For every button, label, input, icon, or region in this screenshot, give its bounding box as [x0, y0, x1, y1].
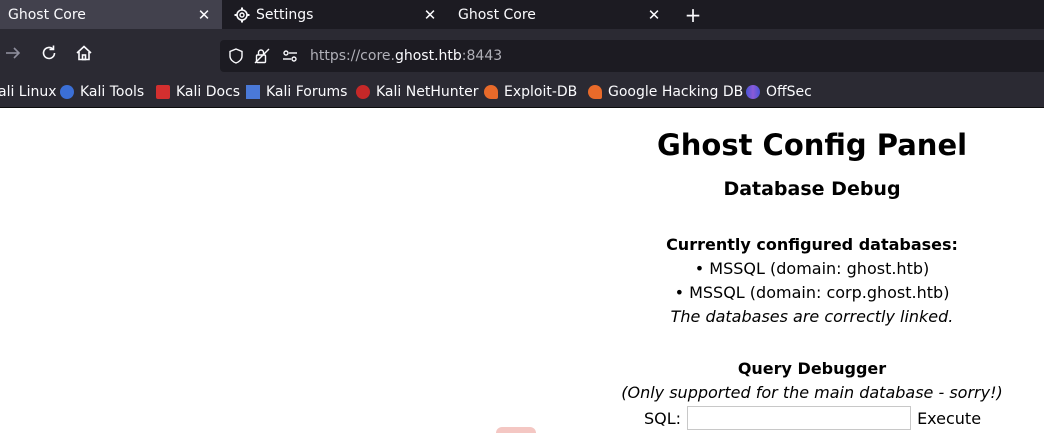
bookmark-kali-nethunter[interactable]: Kali NetHunter — [356, 76, 478, 107]
bookmark-label: Kali Docs — [176, 83, 241, 100]
bookmarks-toolbar: ali Linux Kali Tools Kali Docs Kali Foru… — [0, 76, 1044, 108]
kali-docs-icon — [156, 84, 170, 99]
lock-warning-icon[interactable] — [254, 48, 270, 64]
home-icon[interactable] — [72, 41, 96, 65]
kali-forums-icon — [246, 84, 260, 99]
new-tab-plus-icon[interactable]: + — [682, 0, 704, 29]
tab-title: Ghost Core — [458, 6, 536, 23]
offsec-icon — [746, 84, 760, 99]
page-content: Ghost Config Panel Database Debug Curren… — [0, 108, 1044, 433]
sql-form: SQL: Execute — [644, 405, 981, 431]
bookmark-label: Exploit-DB — [504, 83, 578, 100]
kali-tools-icon — [60, 84, 74, 99]
tab-bar: Ghost Core ✕ Settings ✕ Ghost Core ✕ + — [0, 0, 1044, 29]
google-hacking-db-icon — [588, 84, 602, 99]
sql-input[interactable] — [687, 406, 912, 430]
sql-label: SQL: — [644, 408, 682, 428]
execute-button[interactable]: Execute — [917, 409, 981, 428]
close-icon[interactable]: ✕ — [422, 0, 438, 29]
bookmark-label: Kali NetHunter — [376, 83, 479, 100]
gear-icon — [234, 7, 250, 23]
databases-note: The databases are correctly linked. — [670, 307, 954, 326]
close-icon[interactable]: ✕ — [196, 0, 212, 29]
url-host: ghost.htb — [394, 48, 462, 64]
bookmark-label: Google Hacking DB — [608, 83, 744, 100]
url-prefix: https://core. — [310, 48, 395, 64]
bookmark-kali-docs[interactable]: Kali Docs — [156, 76, 240, 107]
tab-ghost-core-2[interactable]: Ghost Core ✕ — [450, 0, 672, 29]
bookmark-label: Kali Tools — [80, 83, 145, 100]
tab-title: Settings — [256, 6, 314, 23]
permissions-icon[interactable] — [282, 48, 298, 64]
bookmark-label: OffSec — [766, 83, 812, 100]
database-item: • MSSQL (domain: ghost.htb) — [694, 259, 930, 278]
query-debugger-note: (Only supported for the main database - … — [621, 383, 1003, 402]
bookmark-google-hacking-db[interactable]: Google Hacking DB — [588, 76, 743, 107]
navigation-toolbar: https://core.ghost.htb:8443 — [0, 29, 1044, 76]
page-title: Ghost Config Panel — [656, 128, 968, 162]
tab-title: Ghost Core — [8, 6, 86, 23]
forward-arrow-icon[interactable] — [1, 41, 25, 65]
url-port: :8443 — [461, 48, 503, 64]
tab-settings[interactable]: Settings ✕ — [226, 0, 448, 29]
bookmark-label: ali Linux — [0, 83, 57, 100]
databases-heading: Currently configured databases: — [666, 235, 958, 254]
exploit-db-icon — [484, 84, 498, 99]
query-debugger-heading: Query Debugger — [737, 359, 887, 378]
database-item: • MSSQL (domain: corp.ghost.htb) — [674, 283, 950, 302]
kali-nethunter-icon — [356, 84, 370, 99]
reload-icon[interactable] — [37, 41, 61, 65]
url-text[interactable]: https://core.ghost.htb:8443 — [310, 40, 502, 72]
bookmark-exploit-db[interactable]: Exploit-DB — [484, 76, 577, 107]
url-bar[interactable]: https://core.ghost.htb:8443 — [220, 40, 1044, 72]
bookmark-kali-forums[interactable]: Kali Forums — [246, 76, 347, 107]
shield-icon[interactable] — [228, 48, 244, 64]
tab-ghost-core-1[interactable]: Ghost Core ✕ — [0, 0, 222, 29]
page-subtitle: Database Debug — [723, 178, 901, 200]
close-icon[interactable]: ✕ — [646, 0, 662, 29]
bookmark-kali-linux[interactable]: ali Linux — [0, 76, 57, 107]
bookmark-kali-tools[interactable]: Kali Tools — [60, 76, 144, 107]
bookmark-label: Kali Forums — [266, 83, 348, 100]
decorative-shape — [496, 427, 536, 433]
bookmark-offsec[interactable]: OffSec — [746, 76, 812, 107]
